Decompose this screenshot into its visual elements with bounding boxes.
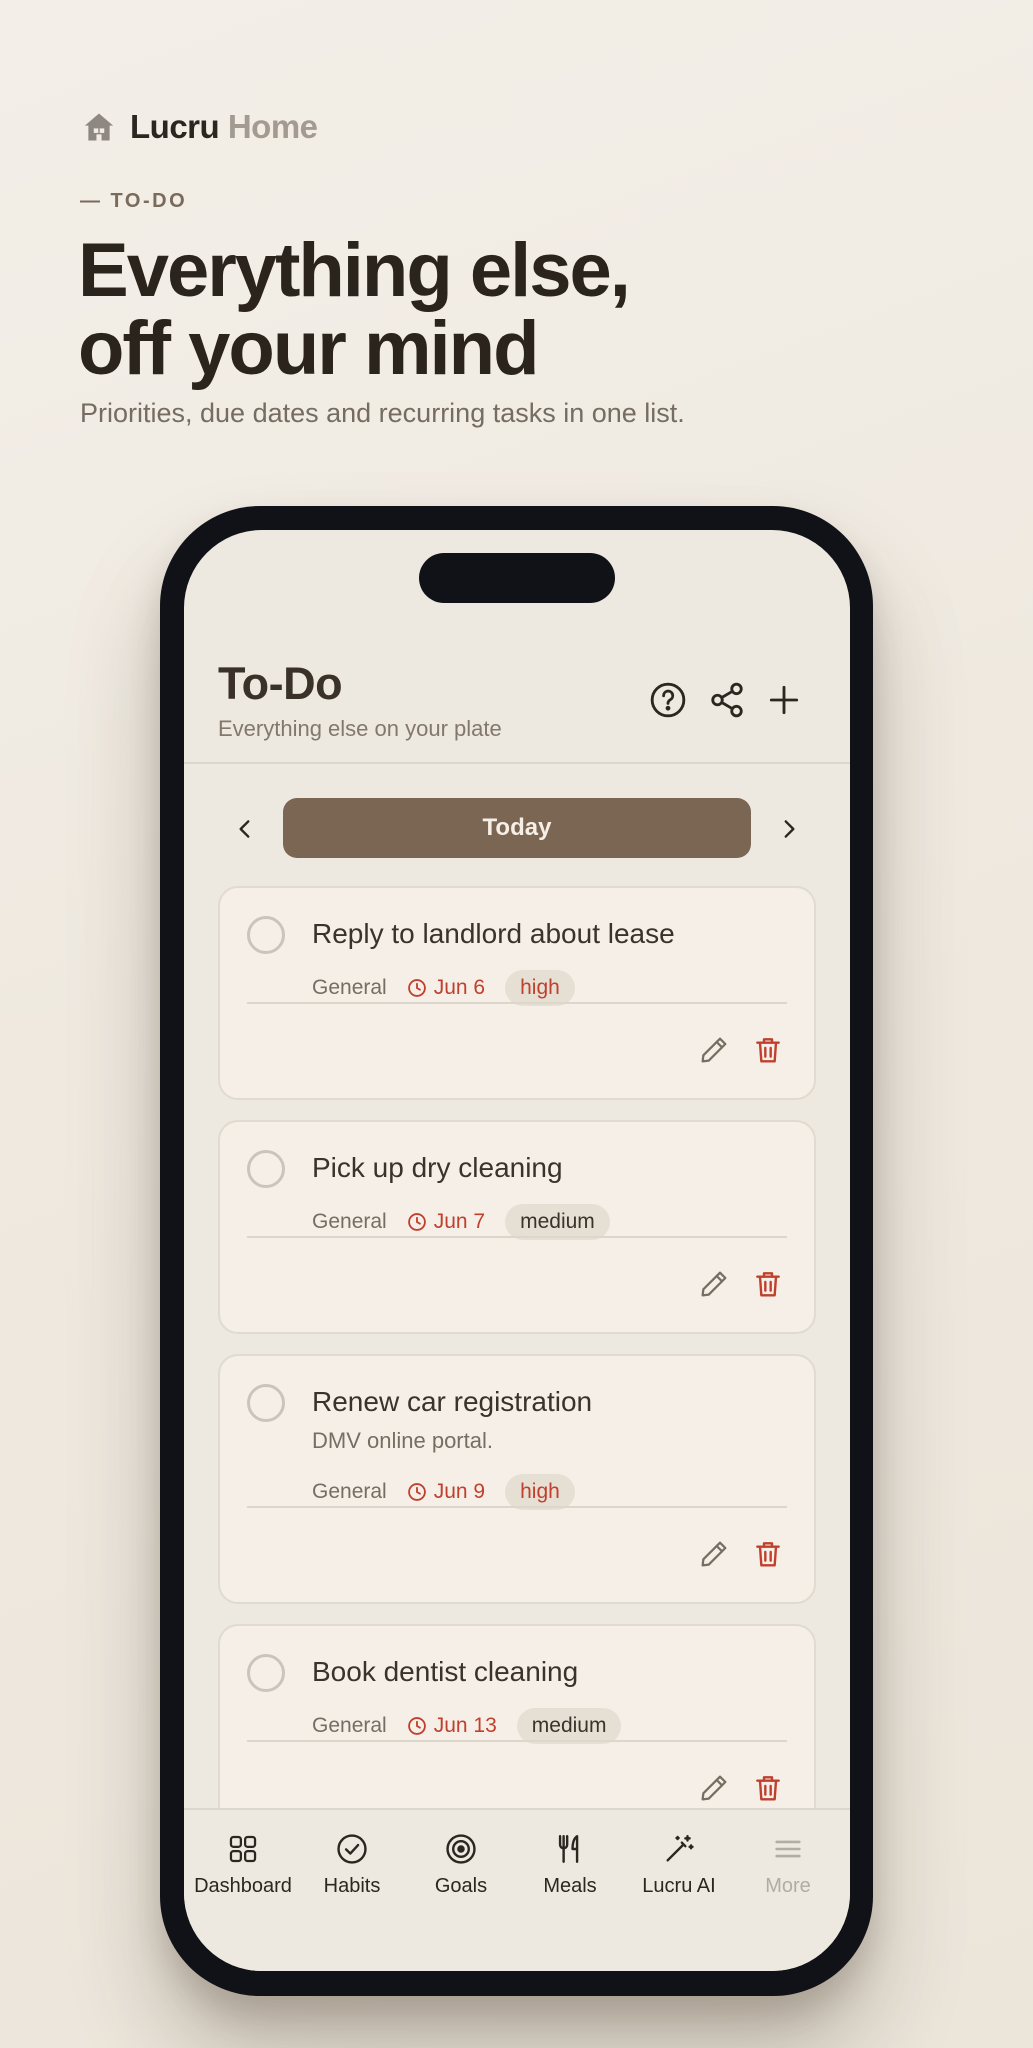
- house-icon: [84, 113, 114, 141]
- task-due-date: Jun 13: [433, 1714, 497, 1737]
- brand-logo: Lucru Home: [82, 108, 318, 146]
- chevron-left-icon: [239, 820, 250, 838]
- target-icon: [446, 1834, 476, 1864]
- edit-button[interactable]: [696, 1770, 732, 1806]
- task-meta: General Jun 9 high: [312, 1474, 575, 1510]
- headline-line-2: off your mind: [78, 306, 540, 391]
- task-checkbox[interactable]: [247, 1150, 285, 1188]
- pencil-icon: [701, 1271, 727, 1297]
- tab-more[interactable]: More: [733, 1832, 843, 1898]
- add-task-button[interactable]: [762, 678, 806, 722]
- task-category: General: [312, 1210, 387, 1233]
- task-card: Reply to landlord about lease General Ju…: [218, 886, 816, 1100]
- task-checkbox[interactable]: [247, 1384, 285, 1422]
- task-due-date: Jun 9: [433, 1480, 486, 1503]
- task-meta: General Jun 13 medium: [312, 1708, 622, 1744]
- task-category: General: [312, 1480, 387, 1503]
- hero-subhead: Priorities, due dates and recurring task…: [80, 398, 685, 428]
- headline-line-1: Everything else,: [78, 228, 631, 313]
- brand-name: Lucru Home: [130, 108, 318, 145]
- phone-screen: To-Do Everything else on your plate Toda…: [184, 530, 850, 1971]
- trash-icon: [756, 1542, 780, 1567]
- tab-label: More: [765, 1875, 811, 1897]
- delete-button[interactable]: [750, 1266, 786, 1302]
- edit-button[interactable]: [696, 1032, 732, 1068]
- utensils-icon: [558, 1835, 579, 1863]
- page-subtitle: Everything else on your plate: [218, 716, 502, 741]
- trash-icon: [756, 1272, 780, 1297]
- task-checkbox[interactable]: [247, 1654, 285, 1692]
- page-title: To-Do: [218, 658, 343, 709]
- help-button[interactable]: [646, 678, 690, 722]
- task-due-date: Jun 6: [433, 976, 486, 999]
- share-button[interactable]: [705, 678, 749, 722]
- previous-day-button[interactable]: [228, 812, 262, 846]
- tab-lucru-ai[interactable]: Lucru AI: [624, 1832, 734, 1898]
- trash-icon: [756, 1038, 780, 1063]
- task-title: Book dentist cleaning: [312, 1656, 579, 1687]
- edit-button[interactable]: [696, 1266, 732, 1302]
- task-checkbox[interactable]: [247, 916, 285, 954]
- task-category: General: [312, 976, 387, 999]
- trash-icon: [756, 1776, 780, 1801]
- delete-button[interactable]: [750, 1536, 786, 1572]
- priority-badge: medium: [516, 1708, 622, 1744]
- task-divider: [247, 1002, 787, 1004]
- grid-icon: [229, 1835, 257, 1863]
- delete-button[interactable]: [750, 1770, 786, 1806]
- task-category: General: [312, 1714, 387, 1737]
- priority-badge: high: [505, 970, 575, 1006]
- hero-headline: Everything else, off your mind: [78, 228, 631, 391]
- share-icon: [711, 682, 743, 718]
- task-list: Reply to landlord about lease General Ju…: [218, 886, 816, 1858]
- tab-habits[interactable]: Habits: [297, 1832, 407, 1898]
- priority-badge: medium: [505, 1204, 610, 1240]
- tab-label: Meals: [543, 1875, 597, 1897]
- menu-icon: [775, 1840, 801, 1858]
- tab-label: Dashboard: [194, 1875, 292, 1897]
- chevron-right-icon: [784, 820, 795, 838]
- tab-meals[interactable]: Meals: [515, 1832, 625, 1898]
- next-day-button[interactable]: [772, 812, 806, 846]
- task-title: Pick up dry cleaning: [312, 1152, 563, 1183]
- priority-badge: high: [505, 1474, 575, 1510]
- task-meta: General Jun 7 medium: [312, 1204, 610, 1240]
- today-button[interactable]: Today: [283, 798, 751, 858]
- tab-goals[interactable]: Goals: [406, 1832, 516, 1898]
- task-title: Reply to landlord about lease: [312, 918, 675, 949]
- app-header: To-Do Everything else on your plate: [184, 530, 850, 764]
- task-meta: General Jun 6 high: [312, 970, 575, 1006]
- task-divider: [247, 1740, 787, 1742]
- tab-label: Habits: [323, 1875, 381, 1897]
- task-note: DMV online portal.: [312, 1428, 493, 1453]
- tab-label: Lucru AI: [642, 1875, 716, 1897]
- pencil-icon: [701, 1775, 727, 1801]
- task-card: Book dentist cleaning General Jun 13 med…: [218, 1624, 816, 1838]
- task-title: Renew car registration: [312, 1386, 593, 1417]
- date-navigator: Today: [184, 798, 850, 860]
- check-circle-icon: [337, 1834, 367, 1864]
- pencil-icon: [701, 1037, 727, 1063]
- clock-icon: [407, 979, 426, 997]
- task-divider: [247, 1506, 787, 1508]
- plus-icon: [769, 685, 799, 715]
- magic-wand-icon: [666, 1835, 694, 1862]
- tab-label: Goals: [434, 1875, 488, 1897]
- clock-icon: [407, 1483, 426, 1501]
- clock-icon: [407, 1213, 426, 1231]
- edit-button[interactable]: [696, 1536, 732, 1572]
- task-due-date: Jun 7: [433, 1210, 486, 1233]
- delete-button[interactable]: [750, 1032, 786, 1068]
- tab-dashboard[interactable]: Dashboard: [188, 1832, 298, 1898]
- task-divider: [247, 1236, 787, 1238]
- clock-icon: [407, 1717, 426, 1735]
- pencil-icon: [701, 1541, 727, 1567]
- task-card: Renew car registration DMV online portal…: [218, 1354, 816, 1604]
- section-eyebrow: — TO-DO: [80, 190, 188, 212]
- bottom-tab-bar: Dashboard Habits Goals Meals Lucru AI Mo…: [184, 1808, 850, 1971]
- task-card: Pick up dry cleaning General Jun 7 mediu…: [218, 1120, 816, 1334]
- help-icon: [650, 682, 686, 718]
